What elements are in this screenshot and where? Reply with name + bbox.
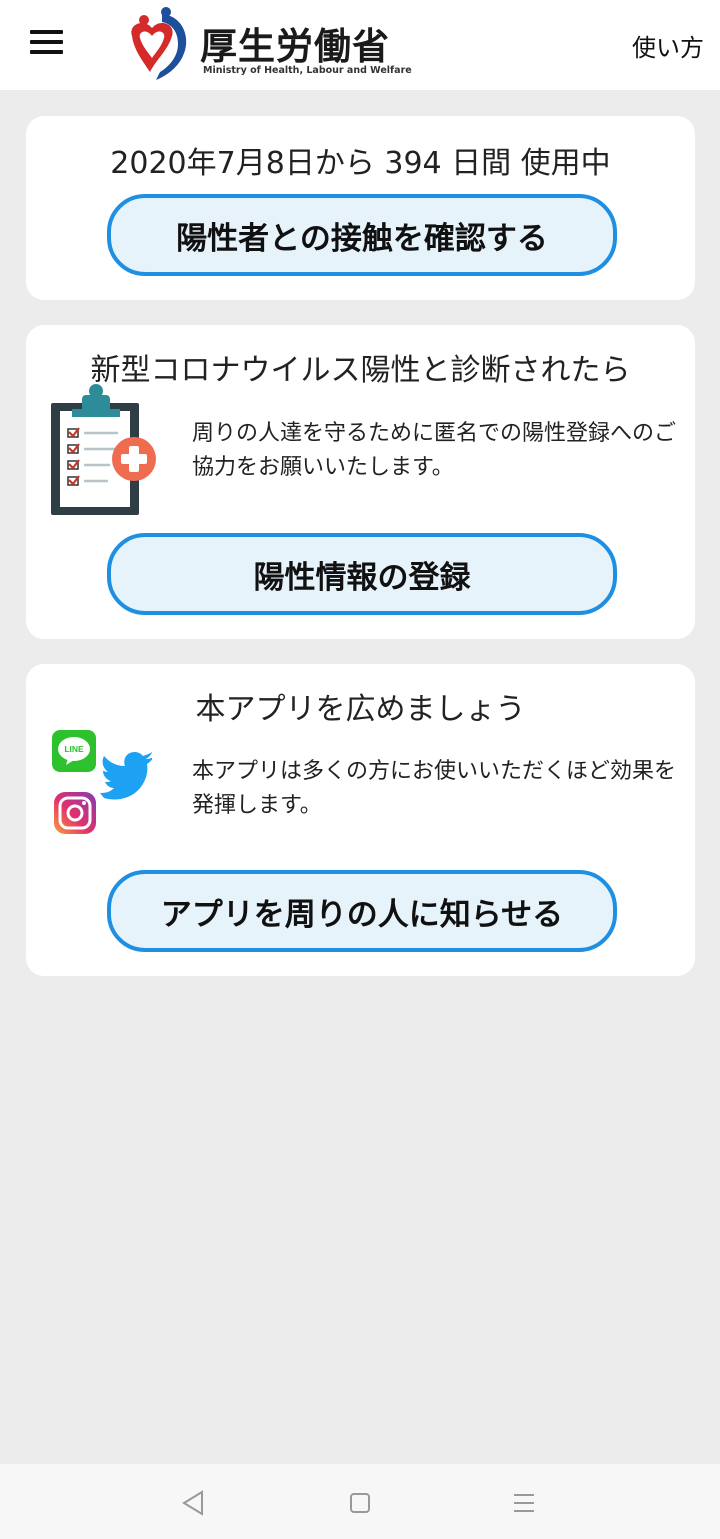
twitter-icon bbox=[100, 752, 154, 800]
positive-registration-card: 新型コロナウイルス陽性と診断されたら 周りの人達を守るために匿名での陽性登録への… bbox=[26, 325, 695, 639]
back-triangle-icon[interactable] bbox=[176, 1486, 210, 1520]
positive-card-description: 周りの人達を守るために匿名での陽性登録へのご協力をお願いいたします。 bbox=[192, 421, 677, 480]
system-navigation-bar bbox=[0, 1464, 720, 1539]
logo-title: 厚生労働省 bbox=[200, 25, 390, 68]
help-link[interactable]: 使い方 bbox=[632, 28, 704, 63]
line-icon: LINE bbox=[52, 730, 96, 772]
clipboard-medical-icon bbox=[51, 384, 156, 515]
share-card-title: 本アプリを広めましょう bbox=[195, 692, 526, 727]
share-app-card: 本アプリを広めましょう LINE 本アプリは多くの方にお使いいただくほど効果を発… bbox=[26, 664, 695, 976]
app-header: 厚生労働省 Ministry of Health, Labour and Wel… bbox=[0, 0, 720, 90]
line-icon-text: LINE bbox=[64, 744, 84, 754]
share-card-description: 本アプリは多くの方にお使いいただくほど効果を発揮します。 bbox=[192, 759, 677, 818]
share-app-button[interactable]: アプリを周りの人に知らせる bbox=[107, 870, 617, 952]
register-positive-button[interactable]: 陽性情報の登録 bbox=[107, 533, 617, 615]
instagram-icon bbox=[54, 792, 96, 834]
social-icons: LINE bbox=[52, 730, 154, 838]
check-contact-button[interactable]: 陽性者との接触を確認する bbox=[107, 194, 617, 276]
logo-subtitle: Ministry of Health, Labour and Welfare bbox=[203, 65, 412, 76]
hamburger-menu-icon[interactable] bbox=[28, 26, 66, 58]
usage-card: 2020年7月8日から 394 日間 使用中 陽性者との接触を確認する bbox=[26, 116, 695, 300]
usage-status-text: 2020年7月8日から 394 日間 使用中 bbox=[110, 146, 611, 181]
home-square-icon[interactable] bbox=[343, 1486, 377, 1520]
mhlw-emblem-icon bbox=[131, 7, 187, 80]
recent-apps-menu-icon[interactable] bbox=[507, 1486, 541, 1520]
mhlw-logo: 厚生労働省 Ministry of Health, Labour and Wel… bbox=[122, 6, 412, 82]
